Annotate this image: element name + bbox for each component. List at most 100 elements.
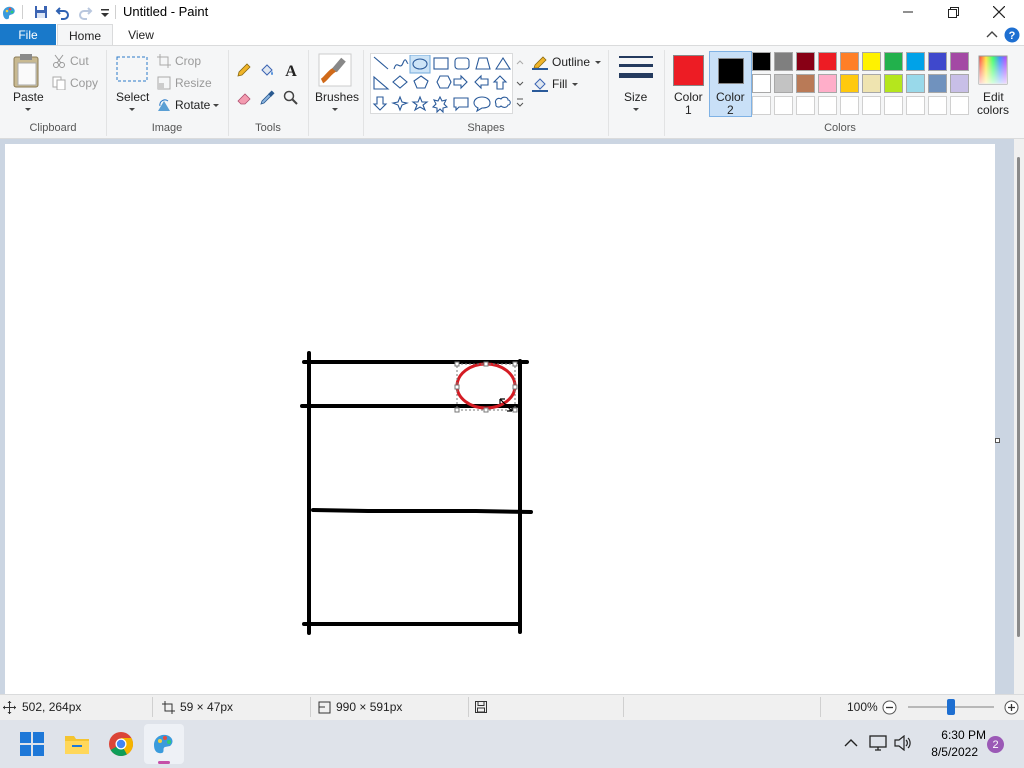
palette-swatch[interactable] <box>862 74 881 93</box>
resize-icon <box>157 76 171 90</box>
cloud-callout-icon <box>494 96 511 108</box>
copy-button[interactable]: Copy <box>52 76 102 92</box>
shape-fill-icon <box>532 78 548 92</box>
pencil-icon[interactable] <box>236 62 252 78</box>
paint-taskbar-button[interactable] <box>144 724 184 764</box>
brush-icon <box>318 53 352 87</box>
crop-button[interactable]: Crop <box>157 54 207 70</box>
color-wheel-icon <box>978 55 1008 85</box>
close-button[interactable] <box>976 0 1022 24</box>
paste-button[interactable]: Paste <box>5 50 49 118</box>
show-hidden-icons-icon[interactable] <box>844 738 858 748</box>
start-icon[interactable] <box>20 732 44 756</box>
color2-button[interactable]: Color 2 <box>709 51 752 117</box>
palette-swatch[interactable] <box>906 52 925 71</box>
scrollbar-thumb[interactable] <box>1017 157 1020 637</box>
palette-swatch[interactable] <box>884 52 903 71</box>
tab-home[interactable]: Home <box>57 24 113 46</box>
shapes-scrollbar[interactable] <box>512 53 526 114</box>
edit-colors-button[interactable]: Edit colors <box>974 50 1012 117</box>
help-icon[interactable]: ? <box>1004 27 1020 43</box>
text-icon[interactable]: A <box>283 62 299 78</box>
palette-swatch[interactable] <box>950 96 969 115</box>
colors-group-label: Colors <box>824 122 856 134</box>
file-explorer-icon[interactable] <box>64 733 90 755</box>
color1-swatch <box>673 55 704 86</box>
select-icon <box>116 56 148 82</box>
magnifier-icon[interactable] <box>283 90 299 106</box>
select-label: Select <box>116 90 150 104</box>
redo-icon[interactable] <box>77 4 93 20</box>
chrome-icon[interactable] <box>108 731 134 757</box>
palette-swatch[interactable] <box>928 74 947 93</box>
palette-swatch[interactable] <box>840 96 859 115</box>
palette-swatch[interactable] <box>862 52 881 71</box>
palette-swatch[interactable] <box>928 96 947 115</box>
palette-swatch[interactable] <box>950 74 969 93</box>
palette-swatch[interactable] <box>752 52 771 71</box>
active-app-indicator <box>158 761 170 764</box>
fill-button[interactable]: Fill <box>532 76 582 92</box>
cut-button[interactable]: Cut <box>52 54 98 70</box>
size-button[interactable]: Size <box>614 50 658 116</box>
volume-icon[interactable] <box>893 735 913 751</box>
select-button[interactable]: Select <box>112 50 152 116</box>
rectangle-icon <box>433 57 449 70</box>
palette-swatch[interactable] <box>818 96 837 115</box>
palette-swatch[interactable] <box>928 52 947 71</box>
rotate-button[interactable]: Rotate <box>157 98 219 114</box>
palette-swatch[interactable] <box>884 96 903 115</box>
resize-button[interactable]: Resize <box>157 76 215 92</box>
four-point-star-icon <box>391 95 409 112</box>
brushes-button[interactable]: Brushes <box>312 50 359 116</box>
save-icon[interactable] <box>33 4 49 20</box>
palette-swatch[interactable] <box>818 74 837 93</box>
palette-swatch[interactable] <box>774 52 793 71</box>
palette-swatch[interactable] <box>774 74 793 93</box>
palette-swatch[interactable] <box>796 52 815 71</box>
palette-swatch[interactable] <box>884 74 903 93</box>
palette-swatch[interactable] <box>796 74 815 93</box>
color1-button[interactable]: Color 1 <box>667 50 709 117</box>
select-dropdown-icon <box>129 108 135 111</box>
zoom-in-icon[interactable] <box>1004 700 1019 715</box>
zoom-out-icon[interactable] <box>882 700 897 715</box>
fill-icon[interactable] <box>259 62 275 78</box>
palette-swatch[interactable] <box>950 52 969 71</box>
clock-time[interactable]: 6:30 PM <box>918 728 986 743</box>
zoom-slider-thumb[interactable] <box>947 699 955 715</box>
palette-swatch[interactable] <box>752 74 771 93</box>
six-point-star-icon <box>431 95 449 113</box>
selection-size-icon <box>162 701 175 714</box>
palette-swatch[interactable] <box>796 96 815 115</box>
up-arrow-icon <box>492 75 508 90</box>
svg-text:?: ? <box>1009 30 1016 42</box>
palette-swatch[interactable] <box>862 96 881 115</box>
notification-badge[interactable]: 2 <box>987 736 1004 753</box>
minimize-ribbon-icon[interactable] <box>986 29 998 39</box>
clock-date[interactable]: 8/5/2022 <box>918 745 978 760</box>
undo-icon[interactable] <box>55 4 71 20</box>
palette-swatch[interactable] <box>840 52 859 71</box>
line-size-icon <box>619 56 653 78</box>
palette-swatch[interactable] <box>818 52 837 71</box>
palette-swatch[interactable] <box>840 74 859 93</box>
file-tab[interactable]: File <box>0 24 56 46</box>
status-separator <box>310 697 311 717</box>
paint-app-icon[interactable] <box>1 4 17 20</box>
maximize-button[interactable] <box>930 0 976 24</box>
tab-view[interactable]: View <box>115 24 167 46</box>
vertical-scrollbar[interactable] <box>1014 139 1024 694</box>
color-palette <box>752 52 972 118</box>
palette-swatch[interactable] <box>752 96 771 115</box>
color-picker-icon[interactable] <box>259 90 275 106</box>
palette-swatch[interactable] <box>906 96 925 115</box>
eraser-icon[interactable] <box>236 90 252 106</box>
network-icon[interactable] <box>868 735 888 751</box>
customize-quick-access-icon[interactable] <box>97 4 113 20</box>
canvas-resize-handle[interactable] <box>995 438 1000 443</box>
minimize-button[interactable] <box>885 0 931 24</box>
palette-swatch[interactable] <box>774 96 793 115</box>
outline-button[interactable]: Outline <box>532 54 602 70</box>
palette-swatch[interactable] <box>906 74 925 93</box>
